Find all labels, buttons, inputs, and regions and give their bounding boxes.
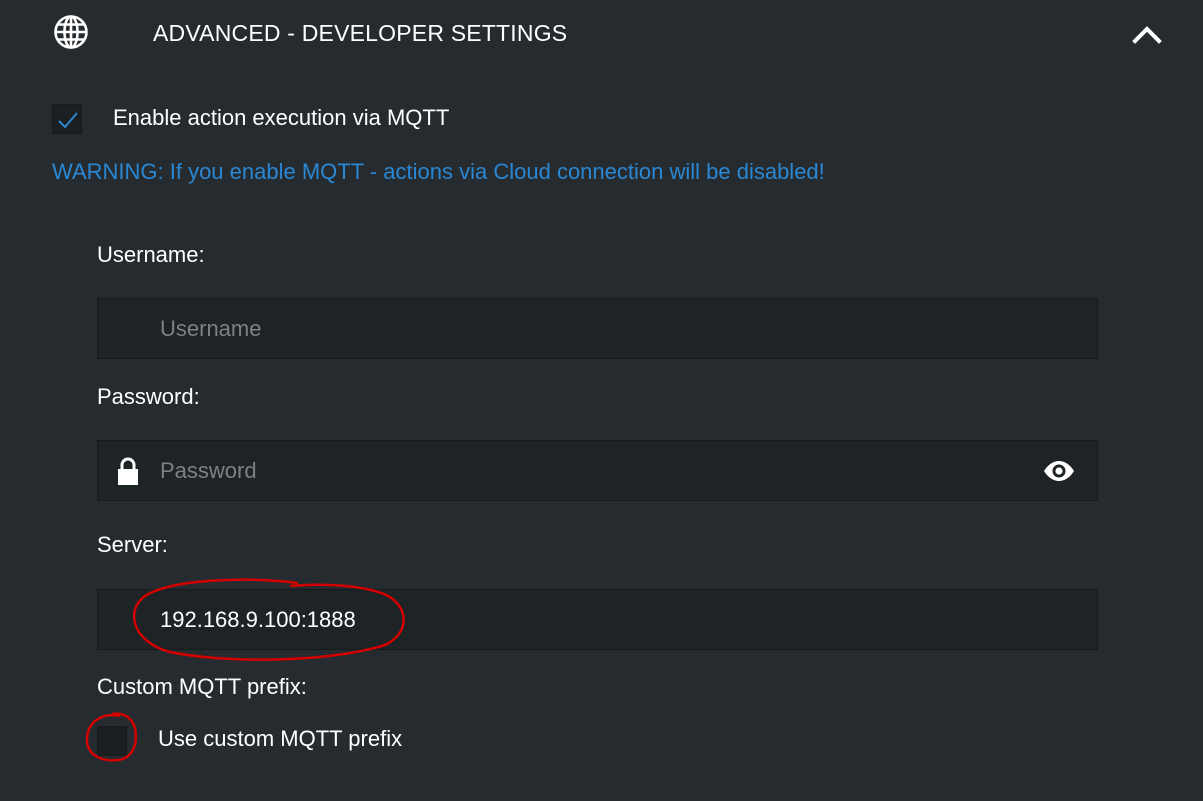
custom-prefix-checkbox-label[interactable]: Use custom MQTT prefix — [158, 726, 402, 752]
checkmark-icon — [58, 112, 78, 129]
server-input[interactable] — [160, 590, 1020, 649]
username-input[interactable] — [160, 299, 1020, 358]
custom-prefix-checkbox[interactable] — [97, 726, 127, 756]
enable-mqtt-checkbox[interactable] — [52, 104, 82, 134]
password-input[interactable] — [160, 441, 1020, 500]
username-field[interactable] — [97, 298, 1098, 359]
custom-prefix-label: Custom MQTT prefix: — [97, 674, 307, 699]
mqtt-warning: WARNING: If you enable MQTT - actions vi… — [52, 159, 825, 184]
enable-mqtt-label[interactable]: Enable action execution via MQTT — [113, 105, 449, 131]
developer-settings-panel: ADVANCED - DEVELOPER SETTINGS Enable act… — [0, 0, 1203, 801]
globe-icon — [54, 15, 88, 49]
server-label: Server: — [97, 532, 168, 557]
chevron-up-icon[interactable] — [1131, 20, 1163, 46]
password-field[interactable] — [97, 440, 1098, 501]
username-label: Username: — [97, 242, 205, 267]
server-field[interactable] — [97, 589, 1098, 650]
eye-icon[interactable] — [1043, 460, 1075, 482]
lock-icon — [118, 457, 138, 485]
section-title: ADVANCED - DEVELOPER SETTINGS — [153, 20, 568, 46]
password-label: Password: — [97, 384, 200, 409]
section-header[interactable]: ADVANCED - DEVELOPER SETTINGS — [0, 0, 1203, 66]
